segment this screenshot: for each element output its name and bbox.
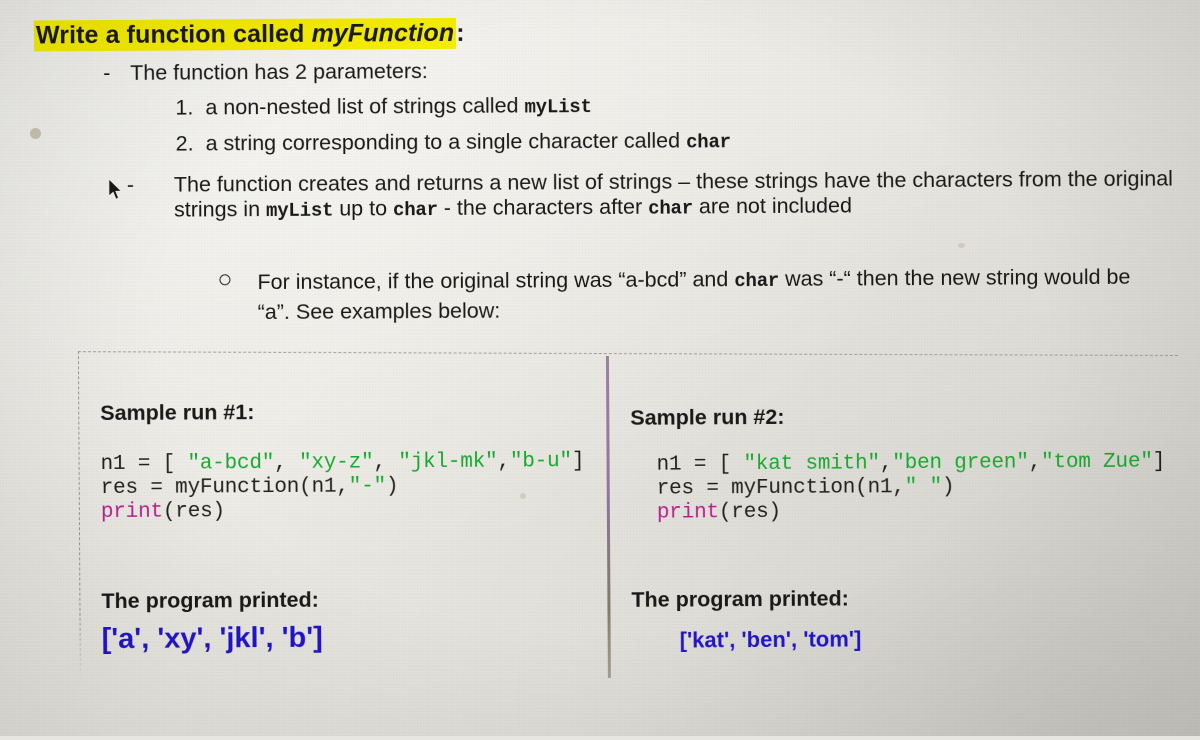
table-left-border [77, 351, 81, 682]
returns-code-char-1: char [392, 198, 438, 222]
page-title-prefix: Write a function called [35, 19, 312, 50]
code-token: "ben green" [892, 451, 1029, 476]
param-2-code: char [685, 131, 731, 154]
dash-bullet-parameters: - [103, 60, 111, 86]
param-1-marker: 1. [175, 95, 194, 120]
returns-part-2: up to [333, 196, 394, 221]
sample-1-code: n1 = [ "a-bcd", "xy-z", "jkl-mk","b-u"] r… [101, 450, 585, 525]
dash-bullet-returns: - [126, 172, 135, 197]
code-token: res = myFunction(n1, [656, 476, 905, 501]
code-token: print [100, 500, 163, 525]
code-line: print(res) [101, 498, 585, 525]
code-token: (res) [718, 500, 781, 525]
page-title-colon: : [456, 18, 465, 47]
code-token: "-" [348, 475, 387, 499]
code-token: res = myFunction(n1, [100, 475, 349, 501]
code-line: res = myFunction(n1," ") [657, 475, 1166, 502]
code-token: n1 = [ [656, 453, 744, 477]
instance-part-1: For instance, if the original string was… [257, 267, 735, 295]
param-2-description: a string corresponding to a single chara… [205, 128, 687, 156]
sample-2-code: n1 = [ "kat smith","ben green","tom Zue"… [657, 451, 1166, 526]
code-token: , [1028, 451, 1042, 475]
code-line: n1 = [ "a-bcd", "xy-z", "jkl-mk","b-u"] [101, 450, 585, 477]
code-token: " " [904, 475, 943, 500]
code-line: print(res) [657, 499, 1166, 526]
returns-part-3: - the characters after [437, 194, 649, 220]
page-title-highlight: Write a function called myFunction [33, 17, 457, 52]
sample-1-printed-label: The program printed: [101, 587, 319, 614]
param-1-text: a non-nested list of strings called myLi… [205, 93, 591, 120]
code-token: ] [571, 450, 585, 474]
code-token: , [373, 451, 399, 475]
param-1-code: myList [524, 96, 592, 119]
code-token: "a-bcd" [187, 451, 275, 476]
returns-code-char-2: char [648, 197, 694, 220]
code-token: , [497, 450, 510, 474]
returns-code-mylist: myList [265, 199, 334, 223]
param-2-marker: 2. [175, 131, 194, 156]
code-line: res = myFunction(n1,"-") [101, 474, 585, 501]
returns-part-4: are not included [692, 193, 853, 219]
code-token: "xy-z" [298, 451, 374, 475]
code-token: "jkl-mk" [398, 450, 498, 475]
code-token: , [274, 451, 300, 475]
code-token: "tom Zue" [1041, 450, 1153, 475]
sample-1-heading: Sample run #1: [100, 400, 255, 426]
page-title: Write a function called myFunction: [33, 17, 465, 52]
table-column-divider [605, 355, 611, 678]
code-token: ] [1152, 450, 1166, 474]
circle-bullet-icon [219, 274, 231, 286]
code-token: , [879, 452, 893, 476]
code-token: print [656, 501, 719, 525]
table-top-border [77, 351, 1178, 357]
param-1-description: a non-nested list of strings called [205, 93, 525, 120]
sample-2-printed-output: ['kat', 'ben', 'tom'] [679, 626, 862, 653]
param-2-text: a string corresponding to a single chara… [206, 128, 731, 156]
instance-code-char: char [734, 269, 780, 293]
page-title-function-name: myFunction [311, 18, 455, 48]
mouse-cursor-icon [108, 178, 123, 200]
code-line: n1 = [ "kat smith","ben green","tom Zue"… [657, 451, 1166, 478]
code-token: "kat smith" [743, 452, 880, 477]
bullet-parameters-text: The function has 2 parameters: [130, 59, 428, 85]
code-token: ) [941, 475, 955, 499]
code-token: ) [385, 475, 399, 499]
instance-paragraph: For instance, if the original string was… [257, 263, 1157, 326]
sample-2-heading: Sample run #2: [630, 404, 785, 430]
returns-paragraph: The function creates and returns a new l… [174, 166, 1184, 224]
code-token: (res) [162, 500, 225, 524]
sample-1-printed-output: ['a', 'xy', 'jkl', 'b'] [101, 621, 323, 656]
examples-table: Sample run #1: n1 = [ "a-bcd", "xy-z", "… [77, 344, 1180, 696]
code-token: "b-u" [509, 450, 572, 474]
code-token: n1 = [ [100, 452, 188, 477]
sample-2-printed-label: The program printed: [631, 586, 849, 612]
